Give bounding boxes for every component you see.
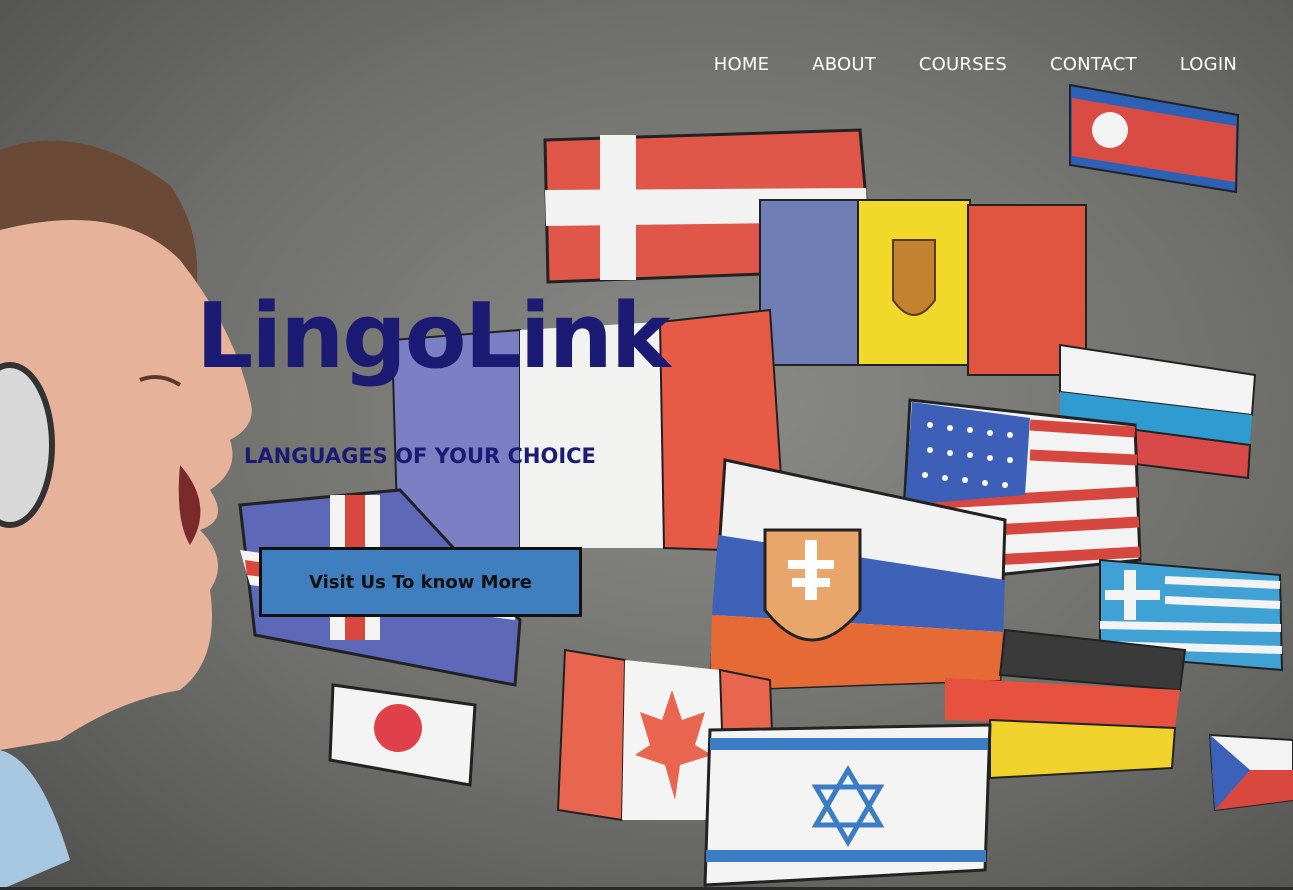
flag-israel-illustration xyxy=(703,723,992,887)
person-illustration xyxy=(0,140,252,890)
hero-section: HOME ABOUT COURSES CONTACT LOGIN LingoLi… xyxy=(0,0,1293,890)
flag-moldova-illustration xyxy=(759,199,1087,376)
hero-background-image xyxy=(0,83,1293,890)
flag-top-right-illustration xyxy=(1069,83,1240,194)
nav-login-link[interactable]: LOGIN xyxy=(1180,52,1237,78)
visit-us-button[interactable]: Visit Us To know More xyxy=(259,547,582,617)
hero-tagline: LANGUAGES OF YOUR CHOICE xyxy=(244,444,596,468)
main-nav: HOME ABOUT COURSES CONTACT LOGIN xyxy=(714,52,1237,78)
nav-courses-link[interactable]: COURSES xyxy=(919,52,1007,78)
nav-home-link[interactable]: HOME xyxy=(714,52,769,78)
brand-title: LingoLink xyxy=(196,284,671,389)
nav-about-link[interactable]: ABOUT xyxy=(812,52,876,78)
flag-japan-illustration xyxy=(328,683,477,787)
nav-contact-link[interactable]: CONTACT xyxy=(1050,52,1137,78)
flag-czech-illustration xyxy=(1208,733,1293,812)
